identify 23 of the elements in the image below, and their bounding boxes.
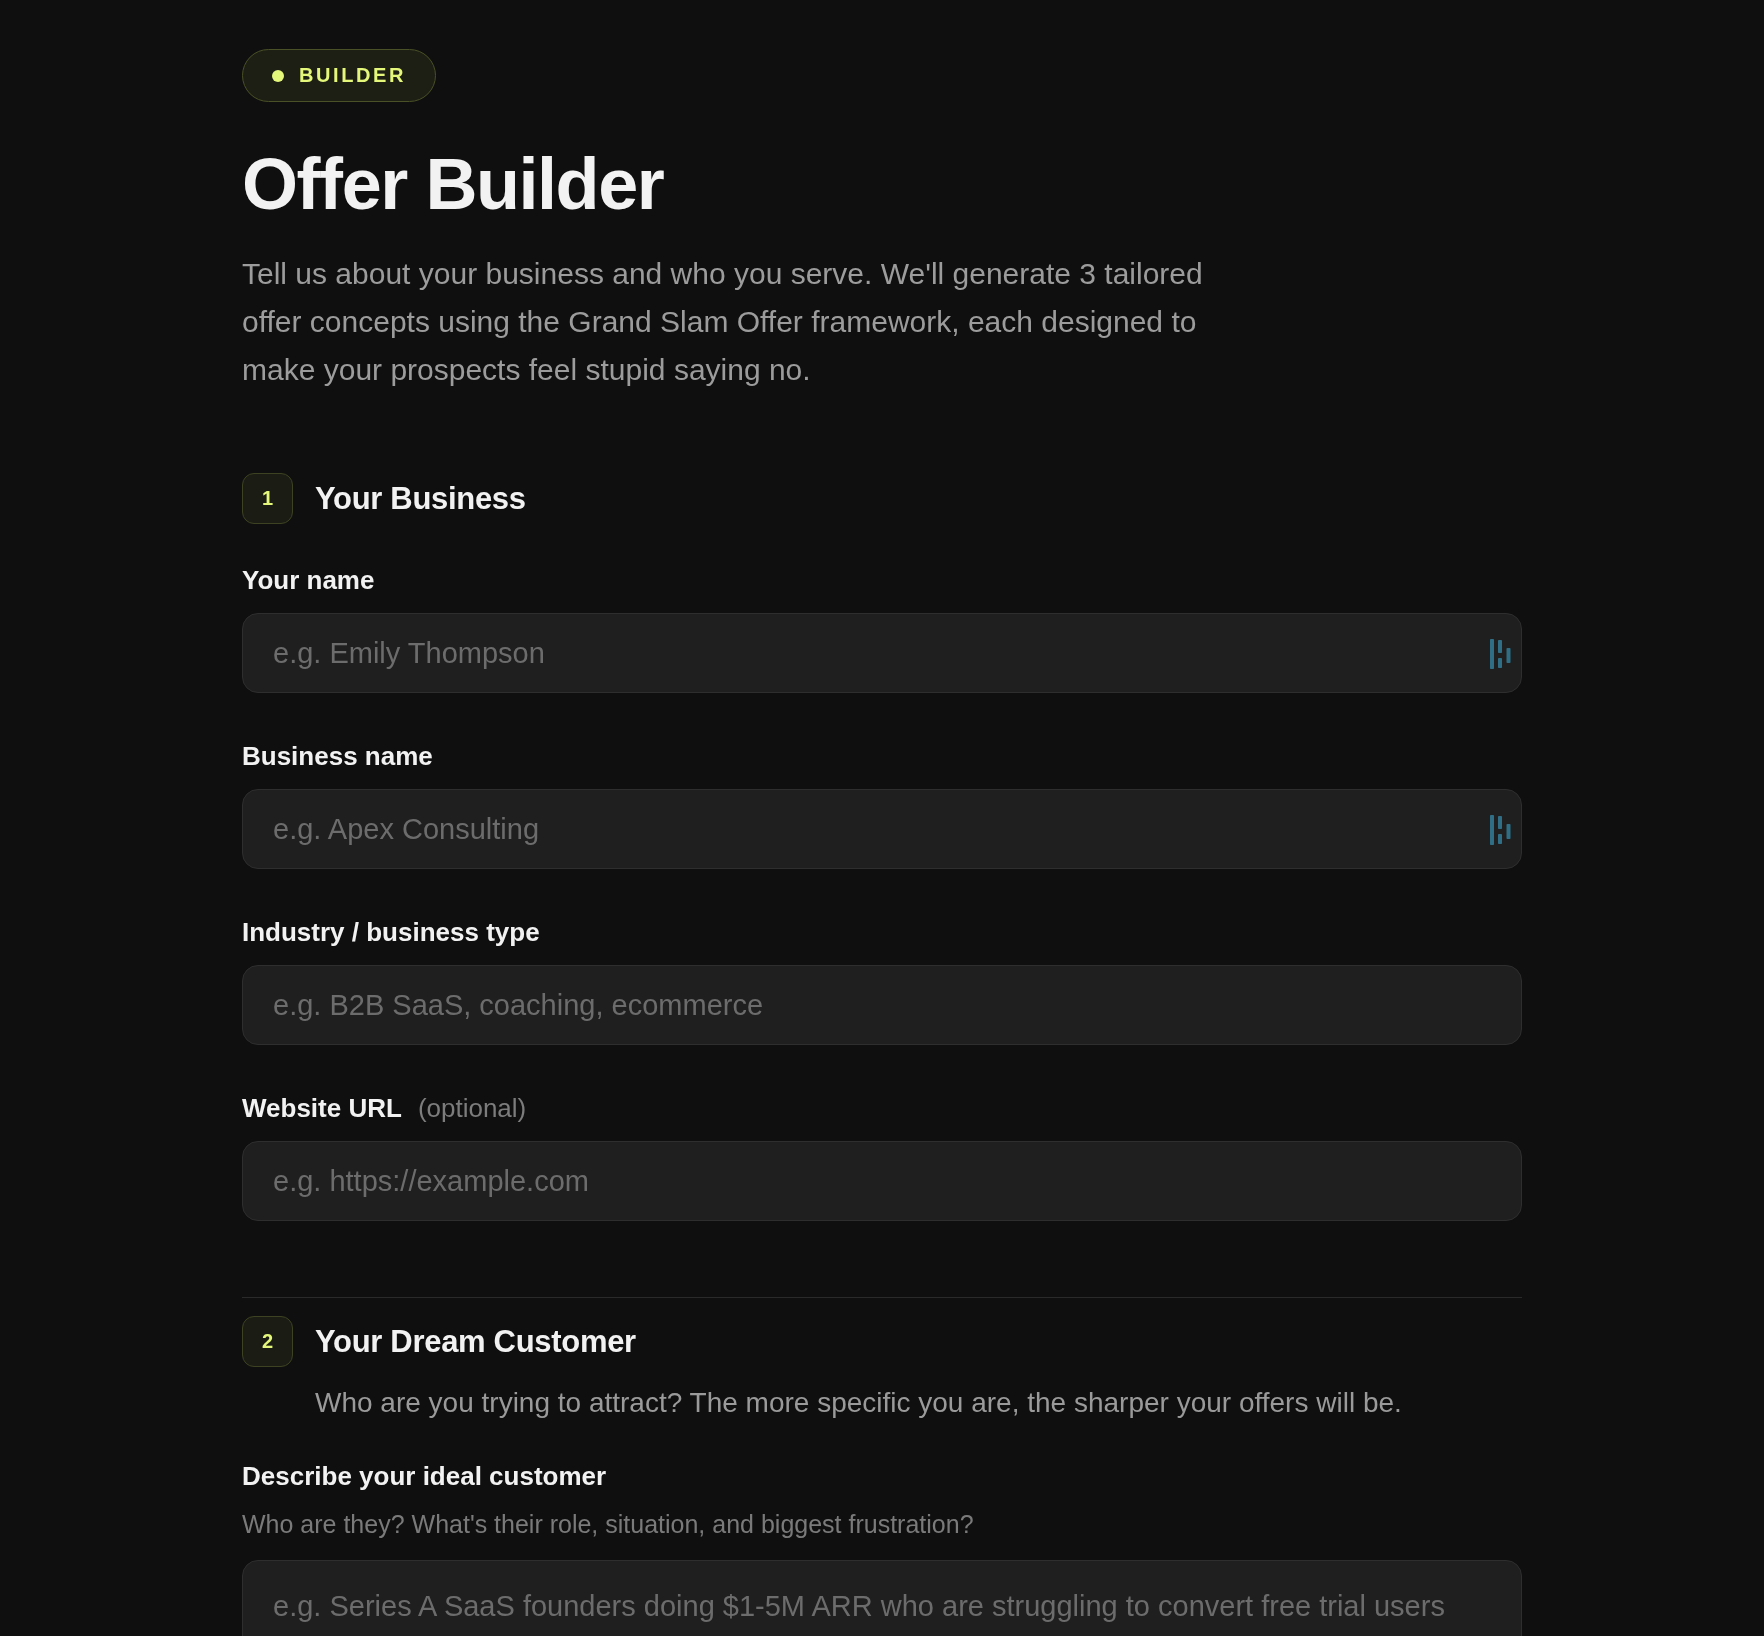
text-input[interactable]: e.g. https://example.com xyxy=(242,1141,1522,1222)
section-subtitle: Who are you trying to attract? The more specific you are, the sharper your offers will be. xyxy=(315,1386,1403,1421)
section-title: Your Dream Customer xyxy=(315,1323,636,1360)
dot-icon xyxy=(272,69,284,82)
text-input[interactable]: e.g. Emily Thompson xyxy=(242,613,1522,694)
text-area[interactable]: e.g. Series A SaaS founders doing $1-5M ARR who are struggling to convert free trial users xyxy=(242,1560,1522,1636)
optional-note: (optional) xyxy=(417,1092,527,1126)
text-input[interactable]: e.g. B2B SaaS, coaching, ecommerce xyxy=(242,965,1522,1046)
bars-icon[interactable] xyxy=(1490,815,1511,846)
field-hint: Who are they? What's their role, situation, and biggest frustration? xyxy=(242,1509,975,1541)
intro-text: Tell us about your business and who you serve. We'll generate 3 tailored offer concepts using the Grand Slam Offer framework, each designed to make your prospects feel stupid saying no. xyxy=(242,256,1204,389)
field-label: Industry / business type xyxy=(242,916,540,950)
field-label: Business name xyxy=(242,740,433,774)
text-input[interactable]: e.g. Apex Consulting xyxy=(242,789,1522,870)
field-label: Website URL xyxy=(242,1092,402,1126)
page-title: Offer Builder xyxy=(242,145,665,225)
section-title: Your Business xyxy=(315,480,526,517)
step-number: 2 xyxy=(242,1316,293,1368)
bars-icon[interactable] xyxy=(1490,639,1511,670)
badge-label: BUILDER xyxy=(299,64,407,87)
field-label: Your name xyxy=(242,564,375,598)
step-number: 1 xyxy=(242,473,293,525)
field-label: Describe your ideal customer xyxy=(242,1460,607,1494)
